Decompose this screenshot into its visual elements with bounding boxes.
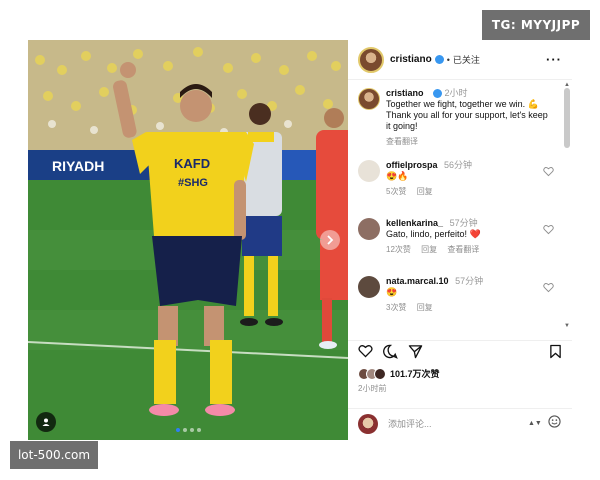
chevron-right-icon: [325, 235, 335, 245]
comment-username[interactable]: nata.marcal.10: [386, 276, 449, 286]
comment-item: nata.marcal.10 57分钟 😍 3次赞 回复: [358, 276, 554, 313]
comment-likes[interactable]: 12次赞: [386, 245, 411, 254]
add-comment-bar: ▲▼: [348, 408, 572, 438]
reply-button[interactable]: 回复: [417, 303, 433, 312]
emoji-icon[interactable]: [548, 414, 561, 433]
comment-icon[interactable]: [383, 344, 398, 364]
heart-icon[interactable]: [543, 222, 554, 235]
comment-avatar[interactable]: [358, 160, 380, 182]
comment-text: 😍: [386, 287, 398, 297]
scroll-down-arrow-icon[interactable]: ▼: [564, 323, 570, 329]
instagram-post: RIYADH KAFD #SHG cristiano • 已关注 ··· cri…: [28, 40, 572, 440]
caption-translate[interactable]: 查看翻译: [386, 136, 554, 147]
post-photo[interactable]: RIYADH KAFD #SHG: [28, 40, 348, 440]
caption-time: 2小时: [444, 88, 468, 98]
comments-scrollbar[interactable]: [564, 88, 570, 148]
caption-username[interactable]: cristiano: [386, 88, 424, 98]
verified-badge-icon: [434, 55, 444, 64]
jersey-sponsor-line1: KAFD: [174, 156, 210, 171]
separator-dot: •: [446, 54, 450, 65]
page: TG: MYYJJPP RIYADH KAFD #SHG cristiano •…: [0, 0, 600, 480]
post-header: cristiano • 已关注 ···: [348, 40, 572, 80]
watermark-top: TG: MYYJJPP: [482, 10, 590, 40]
carousel-dot: [196, 428, 201, 432]
comment-time: 57分钟: [455, 276, 484, 286]
comment-time: 57分钟: [449, 218, 478, 228]
comment-item: kellenkarina_ 57分钟 Gato, lindo, perfeito…: [358, 218, 554, 255]
comment-time: 56分钟: [444, 160, 473, 170]
post-sidebar: cristiano • 已关注 ··· cristiano 2小时 Togeth…: [348, 40, 572, 440]
heart-icon[interactable]: [543, 164, 554, 177]
comment-username[interactable]: offielprospa: [386, 160, 438, 170]
likes-summary[interactable]: 101.7万次赞: [358, 367, 440, 380]
caption: cristiano 2小时 Together we fight, togethe…: [358, 88, 554, 147]
comment-input[interactable]: [388, 418, 518, 429]
caption-avatar[interactable]: [358, 88, 380, 110]
ad-board-text: RIYADH: [52, 158, 104, 174]
more-icon[interactable]: ···: [546, 52, 562, 67]
current-user-avatar: [358, 413, 378, 434]
carousel-indicator: [28, 428, 348, 432]
comment-avatar[interactable]: [358, 218, 380, 240]
liker-avatar: [374, 367, 386, 380]
reply-button[interactable]: 回复: [421, 245, 437, 254]
comment-text: Gato, lindo, perfeito! ❤️: [386, 229, 481, 239]
user-tag-icon: [41, 417, 51, 427]
carousel-dot: [175, 428, 180, 432]
comment-likes[interactable]: 3次赞: [386, 303, 406, 312]
caption-text: Together we fight, together we win. 💪 Th…: [386, 99, 548, 131]
post-timestamp: 2小时前: [358, 384, 387, 393]
jersey-sponsor-line2: #SHG: [178, 177, 208, 189]
share-icon[interactable]: [408, 344, 423, 364]
carousel-dot: [182, 428, 187, 432]
likes-count[interactable]: 101.7万次赞: [390, 367, 440, 380]
reply-button[interactable]: 回复: [417, 187, 433, 196]
verified-badge-icon: [433, 89, 443, 99]
comment-username[interactable]: kellenkarina_: [386, 218, 443, 228]
heart-icon[interactable]: [543, 280, 554, 293]
updown-arrows-icon[interactable]: ▲▼: [528, 420, 542, 427]
bookmark-icon[interactable]: [549, 344, 562, 364]
comments-list: cristiano 2小时 Together we fight, togethe…: [348, 80, 572, 330]
heart-icon[interactable]: [358, 344, 373, 363]
carousel-dot: [189, 428, 194, 432]
author-username[interactable]: cristiano: [390, 54, 432, 65]
photo-illustration: RIYADH KAFD #SHG: [28, 40, 348, 440]
watermark-bottom: lot-500.com: [10, 441, 98, 469]
comment-item: offielprospa 56分钟 😍🔥 5次赞 回复: [358, 160, 554, 197]
post-actions: [348, 340, 572, 366]
comment-text: 😍🔥: [386, 171, 409, 181]
author-avatar[interactable]: [358, 46, 384, 73]
comment-likes[interactable]: 5次赞: [386, 187, 406, 196]
next-photo-button[interactable]: [320, 230, 340, 250]
comment-avatar[interactable]: [358, 276, 380, 298]
follow-status[interactable]: 已关注: [453, 53, 480, 66]
comment-translate[interactable]: 查看翻译: [447, 245, 479, 254]
